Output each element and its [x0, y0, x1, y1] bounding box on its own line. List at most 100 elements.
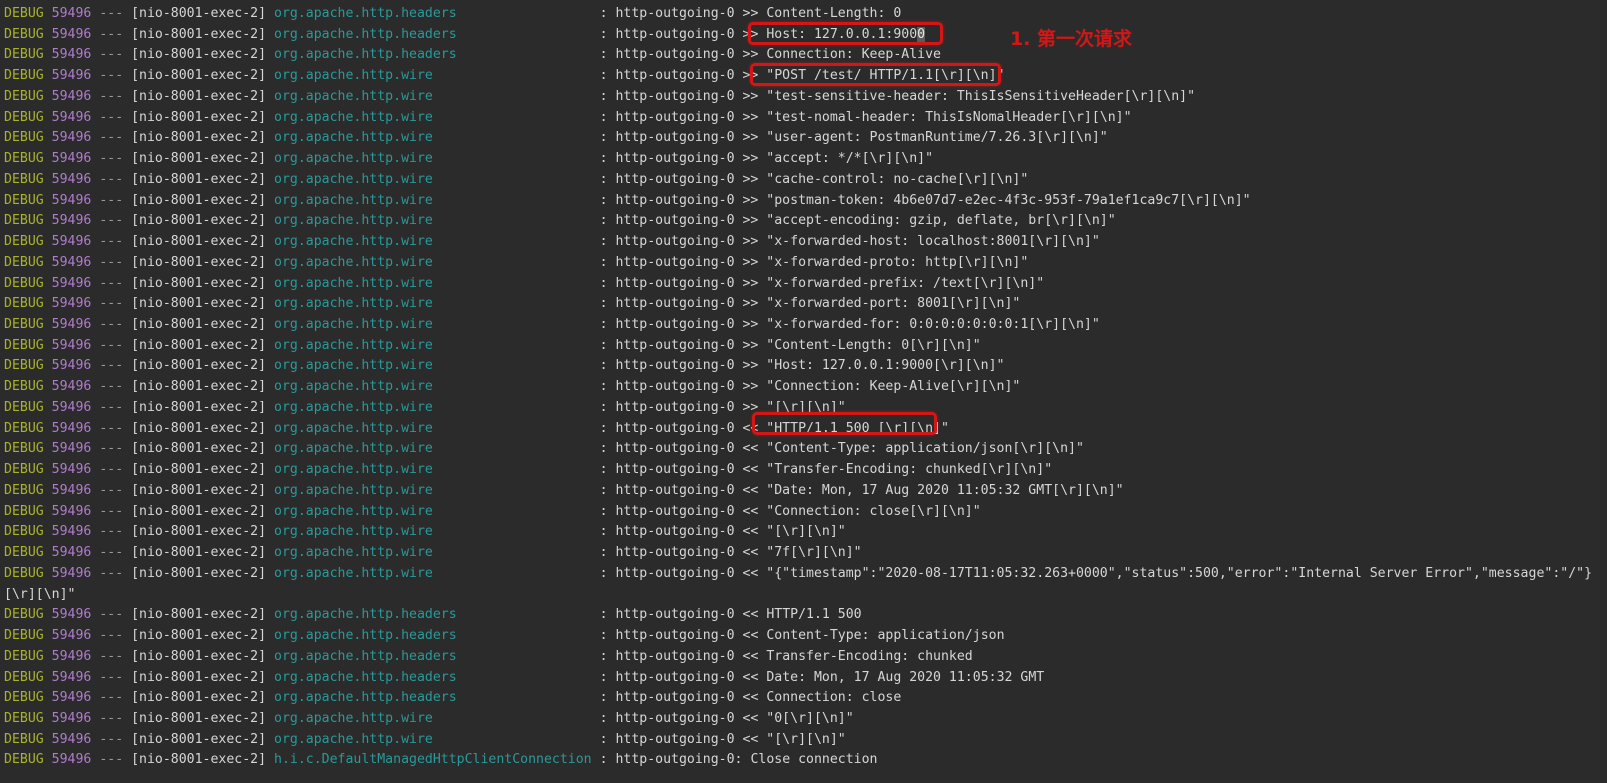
log-logger: org.apache.http.wire — [274, 379, 433, 395]
log-colon: : — [599, 171, 616, 187]
log-level: DEBUG — [4, 482, 44, 498]
log-level: DEBUG — [4, 296, 44, 312]
log-pid: 59496 — [51, 524, 92, 540]
log-logger: org.apache.http.headers — [274, 607, 457, 623]
log-message: http-outgoing-0 << Content-Type: applica… — [615, 628, 1005, 644]
log-thread: [nio-8001-exec-2] — [131, 151, 267, 167]
log-thread: [nio-8001-exec-2] — [131, 337, 267, 353]
log-separator: --- — [99, 358, 124, 374]
log-level: DEBUG — [4, 234, 44, 250]
log-separator: --- — [99, 130, 124, 146]
log-line: DEBUG 59496 --- [nio-8001-exec-2] org.ap… — [4, 336, 1607, 357]
log-colon: : — [599, 607, 616, 623]
log-level: DEBUG — [4, 503, 44, 519]
log-pid: 59496 — [51, 628, 92, 644]
log-line: DEBUG 59496 --- [nio-8001-exec-2] org.ap… — [4, 356, 1607, 377]
log-separator: --- — [99, 317, 124, 333]
log-logger: org.apache.http.wire — [274, 731, 433, 747]
log-line: DEBUG 59496 --- [nio-8001-exec-2] org.ap… — [4, 522, 1607, 543]
log-line: DEBUG 59496 --- [nio-8001-exec-2] org.ap… — [4, 688, 1607, 709]
log-pid: 59496 — [51, 337, 92, 353]
log-thread: [nio-8001-exec-2] — [131, 524, 267, 540]
log-level: DEBUG — [4, 420, 44, 436]
log-logger: org.apache.http.wire — [274, 565, 433, 581]
log-thread: [nio-8001-exec-2] — [131, 565, 267, 581]
log-separator: --- — [99, 171, 124, 187]
log-separator: --- — [99, 731, 124, 747]
log-separator: --- — [99, 752, 124, 768]
log-message: http-outgoing-0 << "Connection: close[\r… — [615, 503, 981, 519]
log-level: DEBUG — [4, 607, 44, 623]
log-console[interactable]: DEBUG 59496 --- [nio-8001-exec-2] org.ap… — [0, 0, 1607, 783]
log-thread: [nio-8001-exec-2] — [131, 296, 267, 312]
log-line: DEBUG 59496 --- [nio-8001-exec-2] org.ap… — [4, 66, 1607, 87]
log-thread: [nio-8001-exec-2] — [131, 628, 267, 644]
log-line: DEBUG 59496 --- [nio-8001-exec-2] org.ap… — [4, 253, 1607, 274]
log-colon: : — [599, 192, 616, 208]
log-colon: : — [599, 524, 616, 540]
log-message: http-outgoing-0 >> "test-nomal-header: T… — [615, 109, 1132, 125]
log-thread: [nio-8001-exec-2] — [131, 47, 267, 63]
log-thread: [nio-8001-exec-2] — [131, 6, 267, 21]
log-thread: [nio-8001-exec-2] — [131, 317, 267, 333]
log-pid: 59496 — [51, 296, 92, 312]
log-line: DEBUG 59496 --- [nio-8001-exec-2] org.ap… — [4, 543, 1607, 564]
log-logger: org.apache.http.wire — [274, 524, 433, 540]
log-line: DEBUG 59496 --- [nio-8001-exec-2] org.ap… — [4, 149, 1607, 170]
log-level: DEBUG — [4, 130, 44, 146]
log-message: http-outgoing-0 >> "x-forwarded-proto: h… — [615, 254, 1029, 270]
log-separator: --- — [99, 213, 124, 229]
log-logger: org.apache.http.wire — [274, 151, 433, 167]
log-thread: [nio-8001-exec-2] — [131, 482, 267, 498]
log-colon: : — [599, 710, 616, 726]
log-colon: : — [599, 379, 616, 395]
log-thread: [nio-8001-exec-2] — [131, 68, 267, 84]
log-level: DEBUG — [4, 109, 44, 125]
log-message: http-outgoing-0 >> Content-Length: 0 — [615, 6, 902, 21]
log-message: http-outgoing-0 << HTTP/1.1 500 — [615, 607, 862, 623]
log-logger: org.apache.http.headers — [274, 628, 457, 644]
log-thread: [nio-8001-exec-2] — [131, 503, 267, 519]
log-message: http-outgoing-0 >> "Host: 127.0.0.1:9000… — [615, 358, 1005, 374]
log-pid: 59496 — [51, 379, 92, 395]
log-pid: 59496 — [51, 130, 92, 146]
log-logger: org.apache.http.wire — [274, 358, 433, 374]
log-message: http-outgoing-0 << "0[\r][\n]" — [615, 710, 854, 726]
log-message: http-outgoing-0 >> "Connection: Keep-Ali… — [615, 379, 1021, 395]
log-logger: org.apache.http.wire — [274, 130, 433, 146]
log-colon: : — [599, 130, 616, 146]
log-pid: 59496 — [51, 503, 92, 519]
log-separator: --- — [99, 88, 124, 104]
log-pid: 59496 — [51, 254, 92, 270]
log-level: DEBUG — [4, 171, 44, 187]
log-separator: --- — [99, 545, 124, 561]
log-separator: --- — [99, 607, 124, 623]
log-separator: --- — [99, 379, 124, 395]
log-logger: org.apache.http.wire — [274, 441, 433, 457]
log-pid: 59496 — [51, 213, 92, 229]
log-message: http-outgoing-0 << "Transfer-Encoding: c… — [615, 462, 1053, 478]
log-level: DEBUG — [4, 731, 44, 747]
log-pid: 59496 — [51, 752, 92, 768]
log-level: DEBUG — [4, 441, 44, 457]
log-logger: org.apache.http.headers — [274, 690, 457, 706]
log-logger: org.apache.http.wire — [274, 462, 433, 478]
log-level: DEBUG — [4, 358, 44, 374]
log-thread: [nio-8001-exec-2] — [131, 752, 267, 768]
log-colon: : — [599, 88, 616, 104]
log-line: DEBUG 59496 --- [nio-8001-exec-2] org.ap… — [4, 730, 1607, 751]
log-pid: 59496 — [51, 275, 92, 291]
log-logger: org.apache.http.headers — [274, 6, 457, 21]
log-separator: --- — [99, 710, 124, 726]
log-thread: [nio-8001-exec-2] — [131, 441, 267, 457]
log-pid: 59496 — [51, 710, 92, 726]
log-colon: : — [599, 752, 616, 768]
log-line: DEBUG 59496 --- [nio-8001-exec-2] org.ap… — [4, 191, 1607, 212]
log-separator: --- — [99, 503, 124, 519]
log-logger: org.apache.http.wire — [274, 337, 433, 353]
log-message: http-outgoing-0 >> "accept-encoding: gzi… — [615, 213, 1116, 229]
log-message: http-outgoing-0 >> "x-forwarded-host: lo… — [615, 234, 1100, 250]
log-level: DEBUG — [4, 47, 44, 63]
log-thread: [nio-8001-exec-2] — [131, 399, 267, 415]
log-message: http-outgoing-0 << Transfer-Encoding: ch… — [615, 648, 973, 664]
